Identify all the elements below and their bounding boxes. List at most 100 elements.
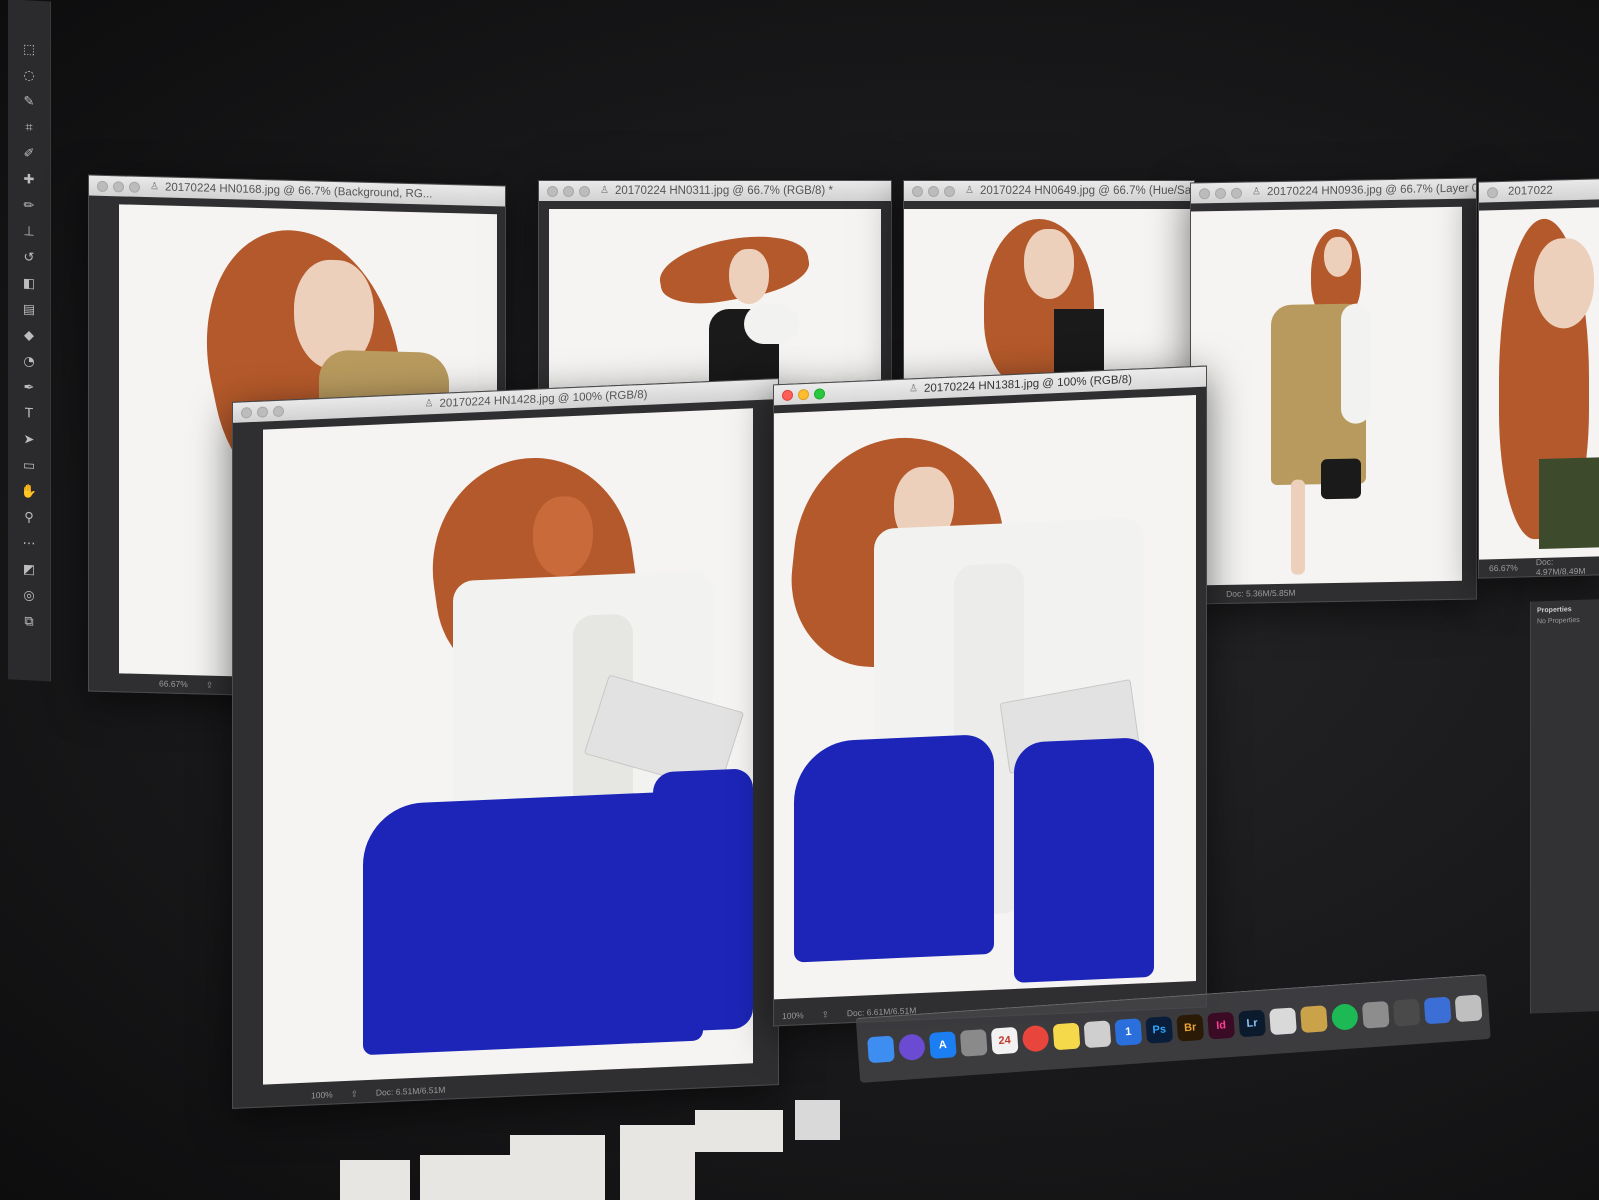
system-prefs-icon[interactable] xyxy=(1361,1000,1390,1029)
window-controls[interactable] xyxy=(782,387,825,401)
document-window-hn1381[interactable]: ♙ 20170224 HN1381.jpg @ 100% (RGB/8) 100… xyxy=(773,365,1207,1027)
zoom-button[interactable] xyxy=(579,185,590,197)
eraser-icon[interactable]: ◧ xyxy=(19,274,39,295)
image-canvas[interactable] xyxy=(549,209,881,391)
export-icon[interactable]: ⇪ xyxy=(351,1088,358,1099)
preview-icon[interactable] xyxy=(1083,1020,1112,1049)
app-store-icon[interactable]: A xyxy=(928,1031,957,1059)
document-window-partial[interactable]: 2017022 66.67% Doc: 4.97M/8.49M xyxy=(1478,178,1599,579)
image-canvas[interactable] xyxy=(904,209,1194,381)
chrome-icon[interactable] xyxy=(1021,1024,1050,1053)
downloads-folder-icon[interactable] xyxy=(1423,996,1452,1025)
lightroom-icon[interactable]: Lr xyxy=(1238,1009,1266,1038)
thumbnail[interactable] xyxy=(695,1110,783,1152)
photoshop-icon[interactable]: Ps xyxy=(1145,1016,1174,1044)
image-canvas[interactable] xyxy=(774,395,1196,1000)
window-titlebar[interactable]: ♙ 20170224 HN0936.jpg @ 66.7% (Layer 0, … xyxy=(1191,178,1476,204)
rectangle-icon[interactable]: ▭ xyxy=(19,456,39,477)
zoom-button[interactable] xyxy=(944,185,955,197)
colors-icon[interactable]: ◩ xyxy=(19,560,39,581)
zoom-button[interactable] xyxy=(129,181,140,193)
zoom-level[interactable]: 66.67% xyxy=(159,678,188,689)
indesign-icon[interactable]: Id xyxy=(1207,1011,1236,1040)
history-brush-icon[interactable]: ↺ xyxy=(19,248,39,269)
calendar-icon[interactable]: 24 xyxy=(990,1026,1019,1055)
minimize-button[interactable] xyxy=(563,185,574,197)
zoom-button[interactable] xyxy=(273,405,284,417)
close-button[interactable] xyxy=(912,185,923,197)
close-button[interactable] xyxy=(97,180,108,192)
quick-select-icon[interactable]: ✎ xyxy=(19,92,39,113)
document-window-hn0936[interactable]: ♙ 20170224 HN0936.jpg @ 66.7% (Layer 0, … xyxy=(1190,177,1477,605)
healing-icon[interactable]: ✚ xyxy=(19,170,39,191)
window-titlebar[interactable]: ♙ 20170224 HN0649.jpg @ 66.7% (Hue/Satur… xyxy=(904,181,1194,201)
quickmask-icon[interactable]: ◎ xyxy=(19,586,39,607)
window-titlebar[interactable]: ♙ 20170224 HN0311.jpg @ 66.7% (RGB/8) * xyxy=(539,181,891,201)
eyedropper-icon[interactable]: ✐ xyxy=(19,144,39,165)
1password-icon[interactable]: 1 xyxy=(1114,1018,1143,1046)
image-canvas[interactable] xyxy=(1191,206,1462,586)
brush-icon[interactable]: ✏ xyxy=(19,196,39,217)
marquee-icon[interactable]: ⬚ xyxy=(19,40,39,61)
properties-title[interactable]: Properties xyxy=(1537,605,1599,614)
close-button[interactable] xyxy=(241,406,252,419)
zoom-icon[interactable]: ⚲ xyxy=(19,508,39,529)
spotify-icon[interactable] xyxy=(1330,1003,1359,1031)
dodge-icon[interactable]: ◔ xyxy=(19,352,39,373)
close-button[interactable] xyxy=(782,389,793,401)
acrobat-icon[interactable] xyxy=(1269,1007,1297,1036)
hand-icon[interactable]: ✋ xyxy=(19,482,39,503)
window-controls[interactable] xyxy=(912,185,955,197)
image-canvas[interactable] xyxy=(1479,207,1599,560)
thumbnail[interactable] xyxy=(795,1100,840,1140)
window-controls[interactable] xyxy=(97,180,140,193)
trash-icon[interactable] xyxy=(1454,994,1483,1023)
window-titlebar[interactable]: ♙ 20170224 HN0168.jpg @ 66.7% (Backgroun… xyxy=(89,175,505,207)
more-icon[interactable]: ⋯ xyxy=(19,534,39,555)
document-window-hn0649[interactable]: ♙ 20170224 HN0649.jpg @ 66.7% (Hue/Satur… xyxy=(903,180,1195,382)
thumbnail[interactable] xyxy=(420,1155,510,1200)
bridge-icon[interactable]: Br xyxy=(1176,1013,1205,1042)
utility-icon[interactable] xyxy=(1392,998,1421,1027)
thumbnail[interactable] xyxy=(340,1160,410,1200)
notes-icon[interactable] xyxy=(1052,1022,1081,1051)
export-icon[interactable]: ⇪ xyxy=(822,1009,829,1020)
minimize-button[interactable] xyxy=(113,180,124,192)
gradient-icon[interactable]: ▤ xyxy=(19,300,39,321)
minimize-button[interactable] xyxy=(257,405,268,418)
window-controls[interactable] xyxy=(1487,186,1498,198)
archive-icon[interactable] xyxy=(1300,1005,1328,1033)
export-icon[interactable]: ⇪ xyxy=(206,679,213,690)
path-select-icon[interactable]: ➤ xyxy=(19,430,39,451)
document-window-hn1428[interactable]: ♙ 20170224 HN1428.jpg @ 100% (RGB/8) 100… xyxy=(232,378,779,1109)
window-titlebar[interactable]: 2017022 xyxy=(1479,179,1599,203)
image-canvas[interactable] xyxy=(263,408,753,1085)
minimize-button[interactable] xyxy=(1215,187,1226,199)
close-button[interactable] xyxy=(1487,186,1498,198)
stamp-icon[interactable]: ⊥ xyxy=(19,222,39,243)
close-button[interactable] xyxy=(547,185,558,197)
pen-icon[interactable]: ✒ xyxy=(19,378,39,399)
zoom-level[interactable]: 66.67% xyxy=(1489,563,1518,574)
type-icon[interactable]: T xyxy=(19,404,39,425)
minimize-button[interactable] xyxy=(798,388,809,400)
close-button[interactable] xyxy=(1199,187,1210,199)
finder-icon[interactable] xyxy=(867,1035,895,1064)
blur-icon[interactable]: ◆ xyxy=(19,326,39,347)
thumbnail[interactable] xyxy=(510,1135,605,1200)
minimize-button[interactable] xyxy=(928,185,939,197)
window-controls[interactable] xyxy=(1199,187,1242,199)
siri-icon[interactable] xyxy=(898,1033,926,1062)
zoom-level[interactable]: 100% xyxy=(311,1090,333,1101)
window-controls[interactable] xyxy=(241,405,284,419)
thumbnail[interactable] xyxy=(620,1125,695,1200)
crop-icon[interactable]: ⌗ xyxy=(19,118,39,139)
screen-mode-icon[interactable]: ⧉ xyxy=(19,612,39,633)
window-controls[interactable] xyxy=(547,185,590,197)
launchpad-icon[interactable] xyxy=(959,1029,988,1057)
lasso-icon[interactable]: ◌ xyxy=(19,66,39,87)
document-window-hn0311[interactable]: ♙ 20170224 HN0311.jpg @ 66.7% (RGB/8) * xyxy=(538,180,892,392)
zoom-button[interactable] xyxy=(814,387,825,400)
zoom-button[interactable] xyxy=(1231,187,1242,199)
zoom-level[interactable]: 100% xyxy=(782,1010,804,1021)
